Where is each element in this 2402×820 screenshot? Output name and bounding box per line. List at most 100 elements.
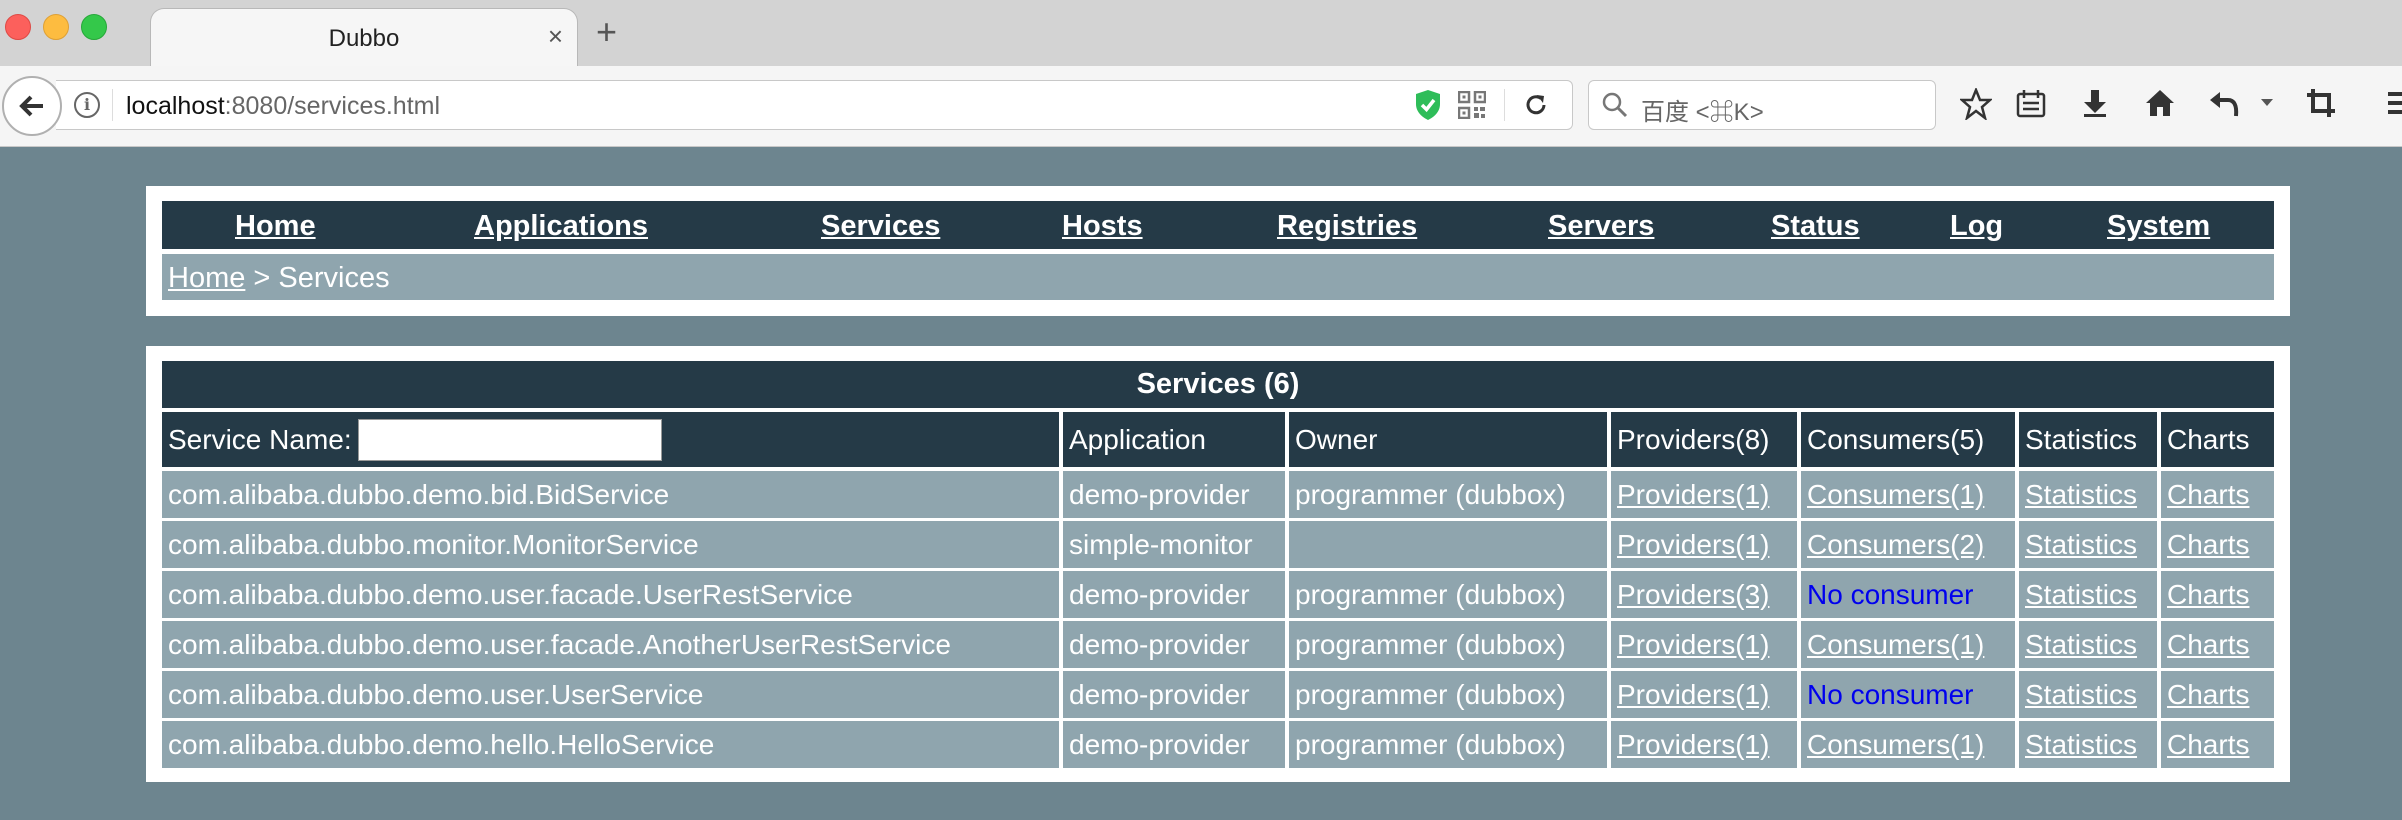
consumers-link[interactable]: Consumers(1) xyxy=(1807,629,1984,660)
providers-link[interactable]: Providers(1) xyxy=(1617,729,1769,760)
statistics-link[interactable]: Statistics xyxy=(2025,529,2137,560)
nav-applications[interactable]: Applications xyxy=(474,210,648,243)
header-application-label: Application xyxy=(1069,424,1206,455)
nav-home[interactable]: Home xyxy=(235,210,316,243)
table-cell: Statistics xyxy=(2019,621,2157,668)
table-cell: Providers(1) xyxy=(1611,521,1797,568)
service-name-cell: com.alibaba.dubbo.demo.user.facade.UserR… xyxy=(168,579,853,610)
main-nav: Home Applications Services Hosts Registr… xyxy=(162,201,2274,249)
no-consumer-text: No consumer xyxy=(1807,679,1974,710)
statistics-link[interactable]: Statistics xyxy=(2025,629,2137,660)
service-name-cell: com.alibaba.dubbo.demo.bid.BidService xyxy=(168,479,670,510)
undo-icon[interactable] xyxy=(2208,88,2240,118)
table-cell: Charts xyxy=(2161,471,2274,518)
close-window-button[interactable] xyxy=(5,14,31,40)
download-icon[interactable] xyxy=(2080,88,2110,118)
table-cell: demo-provider xyxy=(1063,721,1285,768)
browser-tab[interactable]: Dubbo × xyxy=(150,8,578,68)
service-name-search-input[interactable] xyxy=(357,418,662,461)
back-icon xyxy=(19,95,43,117)
search-bar[interactable]: 百度 <⌘K> xyxy=(1588,80,1936,130)
nav-hosts[interactable]: Hosts xyxy=(1062,210,1143,243)
address-bar[interactable]: i localhost:8080/services.html xyxy=(56,80,1573,130)
menu-icon[interactable] xyxy=(2388,88,2402,118)
table-cell: Consumers(2) xyxy=(1801,521,2015,568)
table-cell: demo-provider xyxy=(1063,471,1285,518)
info-icon[interactable]: i xyxy=(74,92,100,118)
back-button[interactable] xyxy=(2,76,62,136)
new-tab-button[interactable]: + xyxy=(596,14,617,50)
table-cell: Providers(3) xyxy=(1611,571,1797,618)
table-cell: Charts xyxy=(2161,571,2274,618)
table-title: Services (6) xyxy=(162,361,2274,408)
breadcrumb-home-link[interactable]: Home xyxy=(168,262,245,294)
services-table-panel: Services (6) Service Name: Application Own… xyxy=(146,346,2290,782)
providers-link[interactable]: Providers(1) xyxy=(1617,479,1769,510)
table-cell: Statistics xyxy=(2019,571,2157,618)
table-cell: com.alibaba.dubbo.demo.bid.BidService xyxy=(162,471,1059,518)
providers-link[interactable]: Providers(1) xyxy=(1617,629,1769,660)
home-icon[interactable] xyxy=(2144,88,2176,118)
table-cell: com.alibaba.dubbo.demo.user.facade.UserR… xyxy=(162,571,1059,618)
charts-link[interactable]: Charts xyxy=(2167,579,2249,610)
statistics-link[interactable]: Statistics xyxy=(2025,729,2137,760)
charts-link[interactable]: Charts xyxy=(2167,679,2249,710)
table-cell: programmer (dubbox) xyxy=(1289,671,1607,718)
url-path: :8080/services.html xyxy=(224,92,441,120)
table-cell: programmer (dubbox) xyxy=(1289,571,1607,618)
charts-link[interactable]: Charts xyxy=(2167,479,2249,510)
tab-close-icon[interactable]: × xyxy=(548,21,563,52)
table-cell: Charts xyxy=(2161,671,2274,718)
statistics-link[interactable]: Statistics xyxy=(2025,679,2137,710)
zoom-window-button[interactable] xyxy=(81,14,107,40)
minimize-window-button[interactable] xyxy=(43,14,69,40)
nav-log[interactable]: Log xyxy=(1950,210,2003,243)
providers-link[interactable]: Providers(1) xyxy=(1617,679,1769,710)
reload-icon[interactable] xyxy=(1522,91,1550,119)
charts-link[interactable]: Charts xyxy=(2167,529,2249,560)
nav-services[interactable]: Services xyxy=(821,210,940,243)
nav-system[interactable]: System xyxy=(2107,210,2210,243)
header-statistics-label: Statistics xyxy=(2025,424,2138,455)
crop-icon[interactable] xyxy=(2306,88,2336,118)
table-cell: Charts xyxy=(2161,721,2274,768)
search-icon xyxy=(1602,92,1628,118)
table-cell: Charts xyxy=(2161,521,2274,568)
service-name-cell: com.alibaba.dubbo.demo.user.facade.Anoth… xyxy=(168,629,951,660)
shield-icon[interactable] xyxy=(1414,89,1442,121)
owner-cell: programmer (dubbox) xyxy=(1295,579,1566,610)
providers-link[interactable]: Providers(3) xyxy=(1617,579,1769,610)
providers-link[interactable]: Providers(1) xyxy=(1617,529,1769,560)
header-service-name-label: Service Name: xyxy=(168,424,352,455)
table-cell: demo-provider xyxy=(1063,671,1285,718)
application-cell: demo-provider xyxy=(1069,679,1250,710)
url-text[interactable]: localhost:8080/services.html xyxy=(126,92,440,121)
service-name-cell: com.alibaba.dubbo.demo.hello.HelloServic… xyxy=(168,729,715,760)
charts-link[interactable]: Charts xyxy=(2167,629,2249,660)
table-cell: programmer (dubbox) xyxy=(1289,621,1607,668)
nav-status[interactable]: Status xyxy=(1771,210,1860,243)
consumers-link[interactable]: Consumers(1) xyxy=(1807,479,1984,510)
table-cell: Providers(1) xyxy=(1611,671,1797,718)
table-cell: No consumer xyxy=(1801,671,2015,718)
consumers-link[interactable]: Consumers(1) xyxy=(1807,729,1984,760)
search-placeholder: 百度 <⌘K> xyxy=(1641,99,1764,126)
table-cell: Consumers(1) xyxy=(1801,471,2015,518)
application-cell: demo-provider xyxy=(1069,629,1250,660)
bookmark-star-icon[interactable] xyxy=(1960,88,1992,120)
chevron-down-icon[interactable] xyxy=(2260,98,2274,108)
consumers-link[interactable]: Consumers(2) xyxy=(1807,529,1984,560)
table-cell: Providers(1) xyxy=(1611,471,1797,518)
nav-servers[interactable]: Servers xyxy=(1548,210,1654,243)
header-consumers-label: Consumers(5) xyxy=(1807,424,1985,455)
nav-registries[interactable]: Registries xyxy=(1277,210,1417,243)
header-application: Application xyxy=(1063,412,1285,467)
service-name-cell: com.alibaba.dubbo.demo.user.UserService xyxy=(168,679,704,710)
qr-code-icon[interactable] xyxy=(1458,91,1486,119)
reading-list-icon[interactable] xyxy=(2016,88,2046,118)
table-cell: Providers(1) xyxy=(1611,621,1797,668)
charts-link[interactable]: Charts xyxy=(2167,729,2249,760)
statistics-link[interactable]: Statistics xyxy=(2025,579,2137,610)
header-charts: Charts xyxy=(2161,412,2274,467)
statistics-link[interactable]: Statistics xyxy=(2025,479,2137,510)
